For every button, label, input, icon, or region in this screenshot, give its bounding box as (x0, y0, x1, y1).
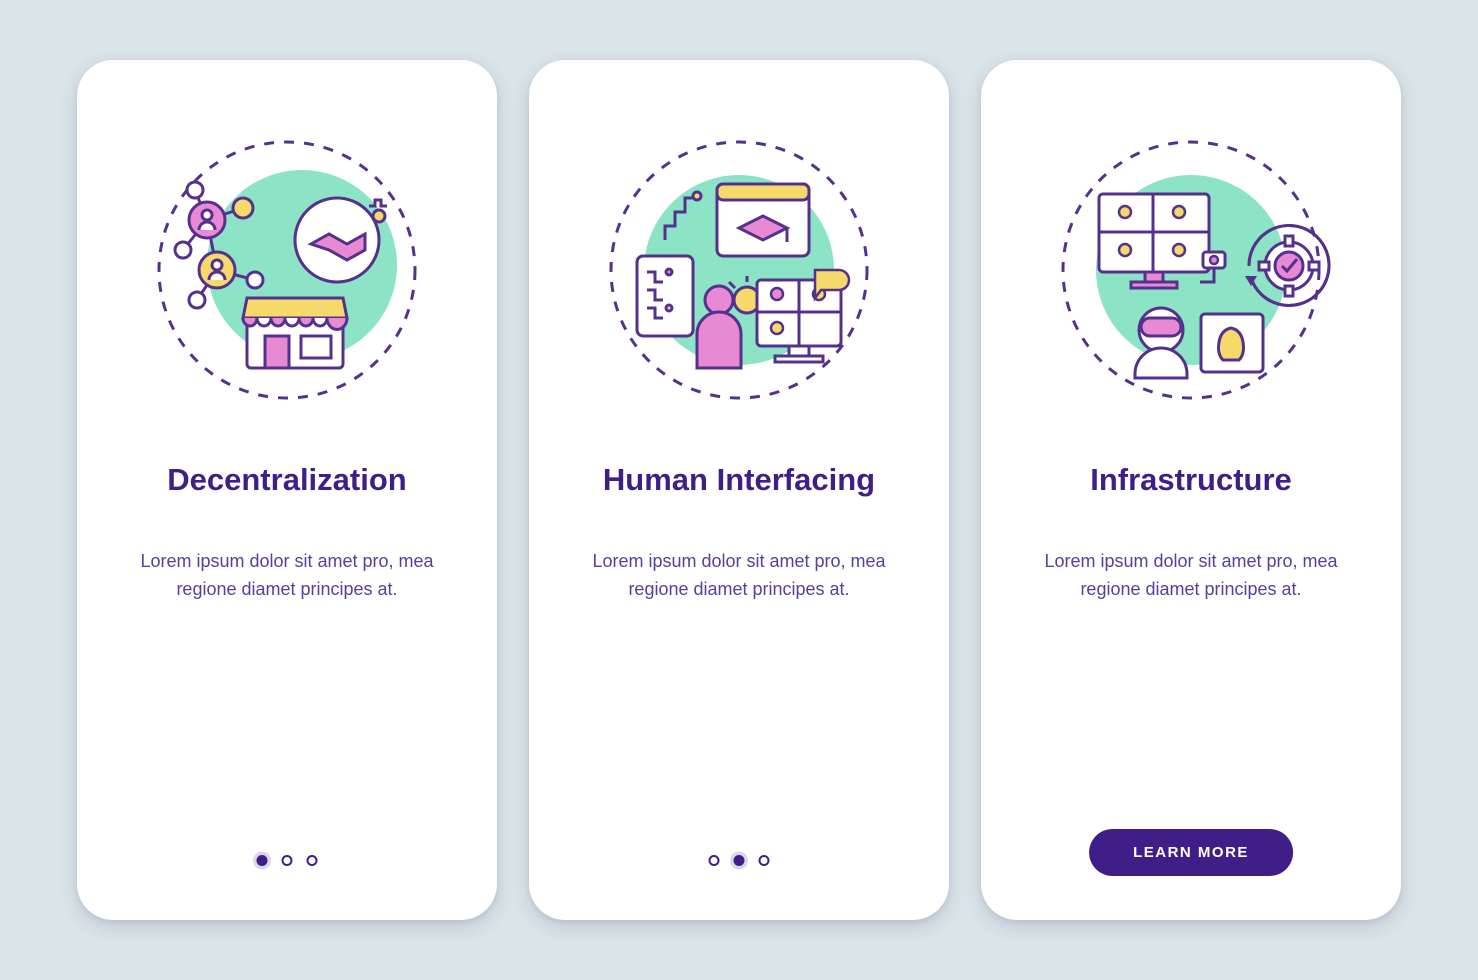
onboarding-card-3: Infrastructure Lorem ipsum dolor sit ame… (981, 60, 1401, 920)
pager-dots (257, 855, 318, 866)
card-body: Lorem ipsum dolor sit amet pro, mea regi… (1041, 548, 1341, 604)
learn-more-button[interactable]: LEARN MORE (1089, 829, 1293, 876)
onboarding-card-1: Decentralization Lorem ipsum dolor sit a… (77, 60, 497, 920)
pager-dot-3[interactable] (307, 855, 318, 866)
card-title: Decentralization (167, 462, 406, 498)
pager-dots (709, 855, 770, 866)
decentralization-icon (147, 130, 427, 410)
pager-dot-3[interactable] (759, 855, 770, 866)
infrastructure-icon (1051, 130, 1331, 410)
card-title: Human Interfacing (603, 462, 875, 498)
pager-dot-2[interactable] (282, 855, 293, 866)
card-body: Lorem ipsum dolor sit amet pro, mea regi… (137, 548, 437, 604)
human-interfacing-icon (599, 130, 879, 410)
pager-dot-1[interactable] (257, 855, 268, 866)
pager-dot-1[interactable] (709, 855, 720, 866)
card-title: Infrastructure (1090, 462, 1292, 498)
pager-dot-2[interactable] (734, 855, 745, 866)
card-body: Lorem ipsum dolor sit amet pro, mea regi… (589, 548, 889, 604)
onboarding-card-2: Human Interfacing Lorem ipsum dolor sit … (529, 60, 949, 920)
